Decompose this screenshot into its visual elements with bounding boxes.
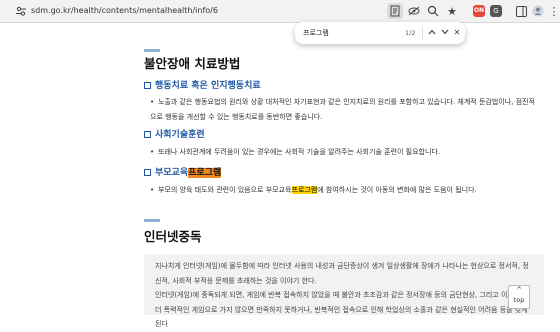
top-label: top: [513, 296, 525, 304]
find-next-button[interactable]: [439, 26, 451, 40]
treatment-text-1: • 노출과 같은 행동요법의 원리와 상황 대처적인 자기표현과 같은 인지치료의…: [150, 95, 540, 125]
section-accent-bar: [144, 219, 160, 222]
extension-red-icon[interactable]: ON: [471, 3, 487, 19]
find-match-current: 프로그램: [188, 168, 222, 178]
treatment-text-2: • 또래나 사회관계에 두려움이 있는 경우에는 사회적 기술을 알려주는 사회기…: [150, 145, 540, 160]
find-previous-button[interactable]: [426, 26, 438, 40]
find-input[interactable]: 프로그램: [303, 26, 329, 40]
zoom-icon[interactable]: [425, 3, 441, 19]
treatment-heading-2: 사회기술훈련: [144, 128, 205, 142]
page-doc-icon[interactable]: [387, 3, 403, 19]
info-box-text: 지나치게 인터넷(게임)에 몰두함에 따라 인터넷 사용의 내성과 금단증상이 …: [155, 259, 535, 332]
find-close-button[interactable]: ✕: [451, 26, 463, 40]
find-in-page-bar: 프로그램 1/2 ✕: [295, 22, 465, 44]
find-match: 프로그램: [291, 186, 318, 194]
address-bar[interactable]: sdm.go.kr/health/contents/mentalhealth/i…: [31, 3, 376, 19]
up-arrow-icon: ^: [516, 286, 522, 294]
section-title: 불안장애 치료방법: [144, 56, 241, 71]
find-divider: [422, 27, 423, 39]
bookmark-star-icon[interactable]: ★: [444, 3, 460, 19]
treatment-heading-1: 행동치료 혹은 인지행동치료: [144, 79, 261, 93]
info-paragraph-1: 지나치게 인터넷(게임)에 몰두함에 따라 인터넷 사용의 내성과 금단증상이 …: [155, 262, 529, 285]
find-match-count: 1/2: [405, 29, 416, 37]
section-title-2: 인터넷중독: [144, 229, 202, 244]
square-bullet-icon: [144, 169, 151, 176]
extension-gray-icon[interactable]: G: [488, 3, 504, 19]
more-menu-icon[interactable]: ⋮: [546, 3, 560, 19]
bullet-dot: •: [150, 148, 155, 156]
square-bullet-icon: [144, 131, 151, 138]
scroll-top-button[interactable]: ^ top: [508, 285, 530, 309]
sidebar-toggle-icon[interactable]: [513, 3, 529, 19]
profile-avatar-icon[interactable]: [530, 3, 546, 19]
browser-toolbar: sdm.go.kr/health/contents/mentalhealth/i…: [0, 0, 560, 23]
section-accent-bar: [144, 49, 160, 52]
bullet-dot: •: [150, 98, 155, 106]
treatment-text-3: • 부모의 양육 태도와 관련이 있음으로 부모교육프로그램에 참여하시는 것이 …: [150, 183, 540, 198]
eye-off-icon[interactable]: [406, 3, 422, 19]
bullet-dot: •: [150, 186, 155, 194]
treatment-heading-3: 부모교육프로그램: [144, 166, 222, 180]
square-bullet-icon: [144, 82, 151, 89]
site-info-icon[interactable]: [13, 3, 29, 19]
info-paragraph-2: 인터넷(게임)에 중독되게 되면, 게임에 반복 접속하지 않았을 때 불안과 …: [155, 291, 529, 328]
